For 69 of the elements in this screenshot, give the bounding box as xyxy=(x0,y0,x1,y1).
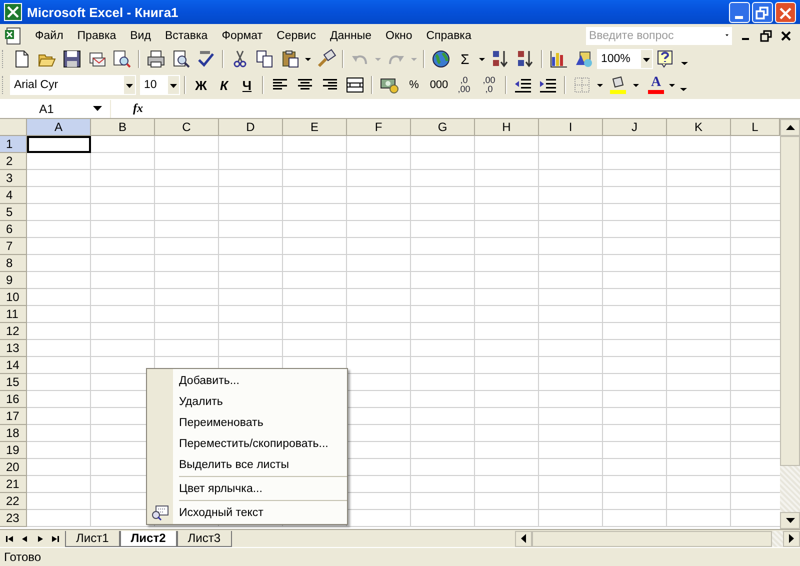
menu-item[interactable]: Окно xyxy=(378,30,420,42)
row-header[interactable]: 10 xyxy=(0,289,27,306)
font-color-button[interactable]: A xyxy=(646,76,666,94)
underline-button[interactable]: Ч xyxy=(236,78,258,92)
number-format-button[interactable]: 000 xyxy=(428,79,450,91)
autosum-button[interactable]: Σ xyxy=(454,51,476,67)
menu-item[interactable]: Справка xyxy=(419,30,478,42)
column-header[interactable]: F xyxy=(347,119,411,136)
row-header[interactable]: 20 xyxy=(0,459,27,476)
row-header[interactable]: 21 xyxy=(0,476,27,493)
help-search-field[interactable]: Введите вопрос xyxy=(586,26,732,44)
window-title: Microsoft Excel - Книга1 xyxy=(27,4,180,20)
row-header[interactable]: 16 xyxy=(0,391,27,408)
menu-item[interactable]: Формат xyxy=(214,30,270,42)
row-header[interactable]: 13 xyxy=(0,340,27,357)
decimal-places-button[interactable]: ,0 ,00 xyxy=(453,76,475,94)
row-header[interactable]: 23 xyxy=(0,510,27,527)
menu-item[interactable]: Сервис xyxy=(270,30,323,42)
column-header[interactable]: C xyxy=(155,119,219,136)
column-header[interactable]: K xyxy=(667,119,731,136)
sheet-tab[interactable]: Лист1 xyxy=(65,530,120,546)
menu-item[interactable]: Данные xyxy=(322,30,379,42)
row-header[interactable]: 19 xyxy=(0,442,27,459)
column-header[interactable]: L xyxy=(731,119,780,136)
menu-item[interactable]: Файл xyxy=(28,30,70,42)
column-header[interactable]: A xyxy=(27,119,91,136)
row-header[interactable]: 18 xyxy=(0,425,27,442)
column-header[interactable]: H xyxy=(475,119,539,136)
menu-item[interactable]: Переименовать xyxy=(173,416,264,428)
row-header[interactable]: 3 xyxy=(0,170,27,187)
menu-item[interactable]: Правка xyxy=(70,30,124,42)
font-size-combo[interactable]: 10 xyxy=(140,75,180,95)
column-header[interactable]: B xyxy=(91,119,155,136)
row-header[interactable]: 6 xyxy=(0,221,27,238)
font-combo[interactable]: Arial Cyr xyxy=(10,75,136,95)
decimal-places-button[interactable]: ,00 ,0 xyxy=(478,76,500,94)
column-header[interactable]: D xyxy=(219,119,283,136)
menu-item[interactable]: Добавить... xyxy=(173,374,240,386)
row-header[interactable]: 5 xyxy=(0,204,27,221)
row-header[interactable]: 9 xyxy=(0,272,27,289)
row-header[interactable]: 7 xyxy=(0,238,27,255)
row-header[interactable]: 22 xyxy=(0,493,27,510)
row-header[interactable]: 15 xyxy=(0,374,27,391)
menu-item[interactable]: Переместить/скопировать... xyxy=(173,438,328,450)
row-header[interactable]: 14 xyxy=(0,357,27,374)
status-text: Готово xyxy=(4,550,42,564)
column-header[interactable]: I xyxy=(539,119,603,136)
column-header[interactable]: E xyxy=(283,119,347,136)
menu-item[interactable]: Вид xyxy=(123,30,158,42)
row-header[interactable]: 1 xyxy=(0,136,27,153)
row-header[interactable]: 8 xyxy=(0,255,27,272)
menu-item[interactable]: Удалить xyxy=(173,396,223,408)
menu-item[interactable]: Вставка xyxy=(158,30,215,42)
zoom-combo[interactable]: 100% xyxy=(597,49,653,69)
italic-button[interactable]: К xyxy=(213,78,235,92)
row-header[interactable]: 2 xyxy=(0,153,27,170)
column-header[interactable]: G xyxy=(411,119,475,136)
sheet-tab[interactable]: Лист2 xyxy=(120,530,177,546)
row-header[interactable]: 17 xyxy=(0,408,27,425)
sheet-tab[interactable]: Лист3 xyxy=(176,530,232,546)
row-header[interactable]: 12 xyxy=(0,323,27,340)
menu-item[interactable]: Цвет ярлычка... xyxy=(173,482,262,494)
column-header[interactable]: J xyxy=(603,119,667,136)
menu-item[interactable]: Выделить все листы xyxy=(173,458,289,470)
bold-button[interactable]: Ж xyxy=(190,78,212,92)
menu-item[interactable]: Исходный текст xyxy=(173,506,264,518)
row-header[interactable]: 11 xyxy=(0,306,27,323)
row-header[interactable]: 4 xyxy=(0,187,27,204)
number-format-button[interactable]: % xyxy=(403,79,425,91)
